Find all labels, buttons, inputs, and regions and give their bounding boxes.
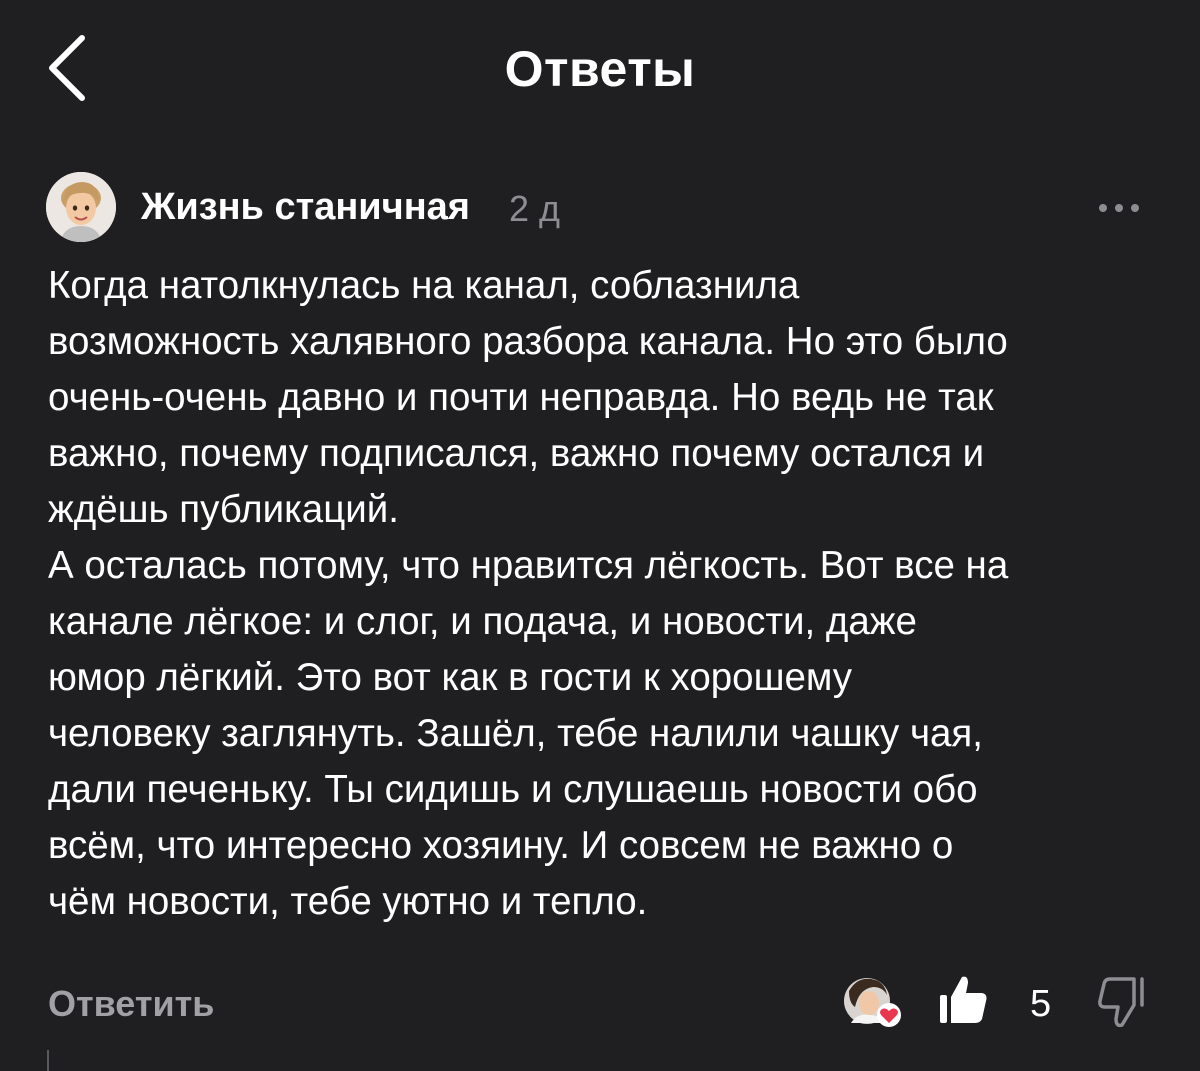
thread-line <box>47 1050 49 1071</box>
author-avatar[interactable] <box>46 172 116 242</box>
heart-icon <box>877 1003 901 1027</box>
more-button[interactable] <box>1094 188 1144 228</box>
dislike-button[interactable] <box>1098 975 1148 1029</box>
like-count: 5 <box>1030 983 1052 1025</box>
comment-text: Когда натолкнулась на канал, соблазнила … <box>48 264 1009 923</box>
comment-actions: Ответить 5 <box>0 955 1200 1055</box>
comment-time: 2 д <box>509 188 561 229</box>
reply-button[interactable]: Ответить <box>48 983 214 1025</box>
author-name[interactable]: Жизнь станичная <box>141 186 470 229</box>
page-title: Ответы <box>504 41 696 97</box>
like-button[interactable] <box>938 973 988 1025</box>
more-horizontal-icon <box>1099 204 1139 212</box>
avatar-image <box>46 172 116 242</box>
thumbs-down-icon <box>1098 977 1144 1028</box>
thumbs-up-icon <box>940 976 987 1023</box>
header: Ответы <box>0 0 1200 140</box>
author-liked-badge <box>843 977 901 1027</box>
